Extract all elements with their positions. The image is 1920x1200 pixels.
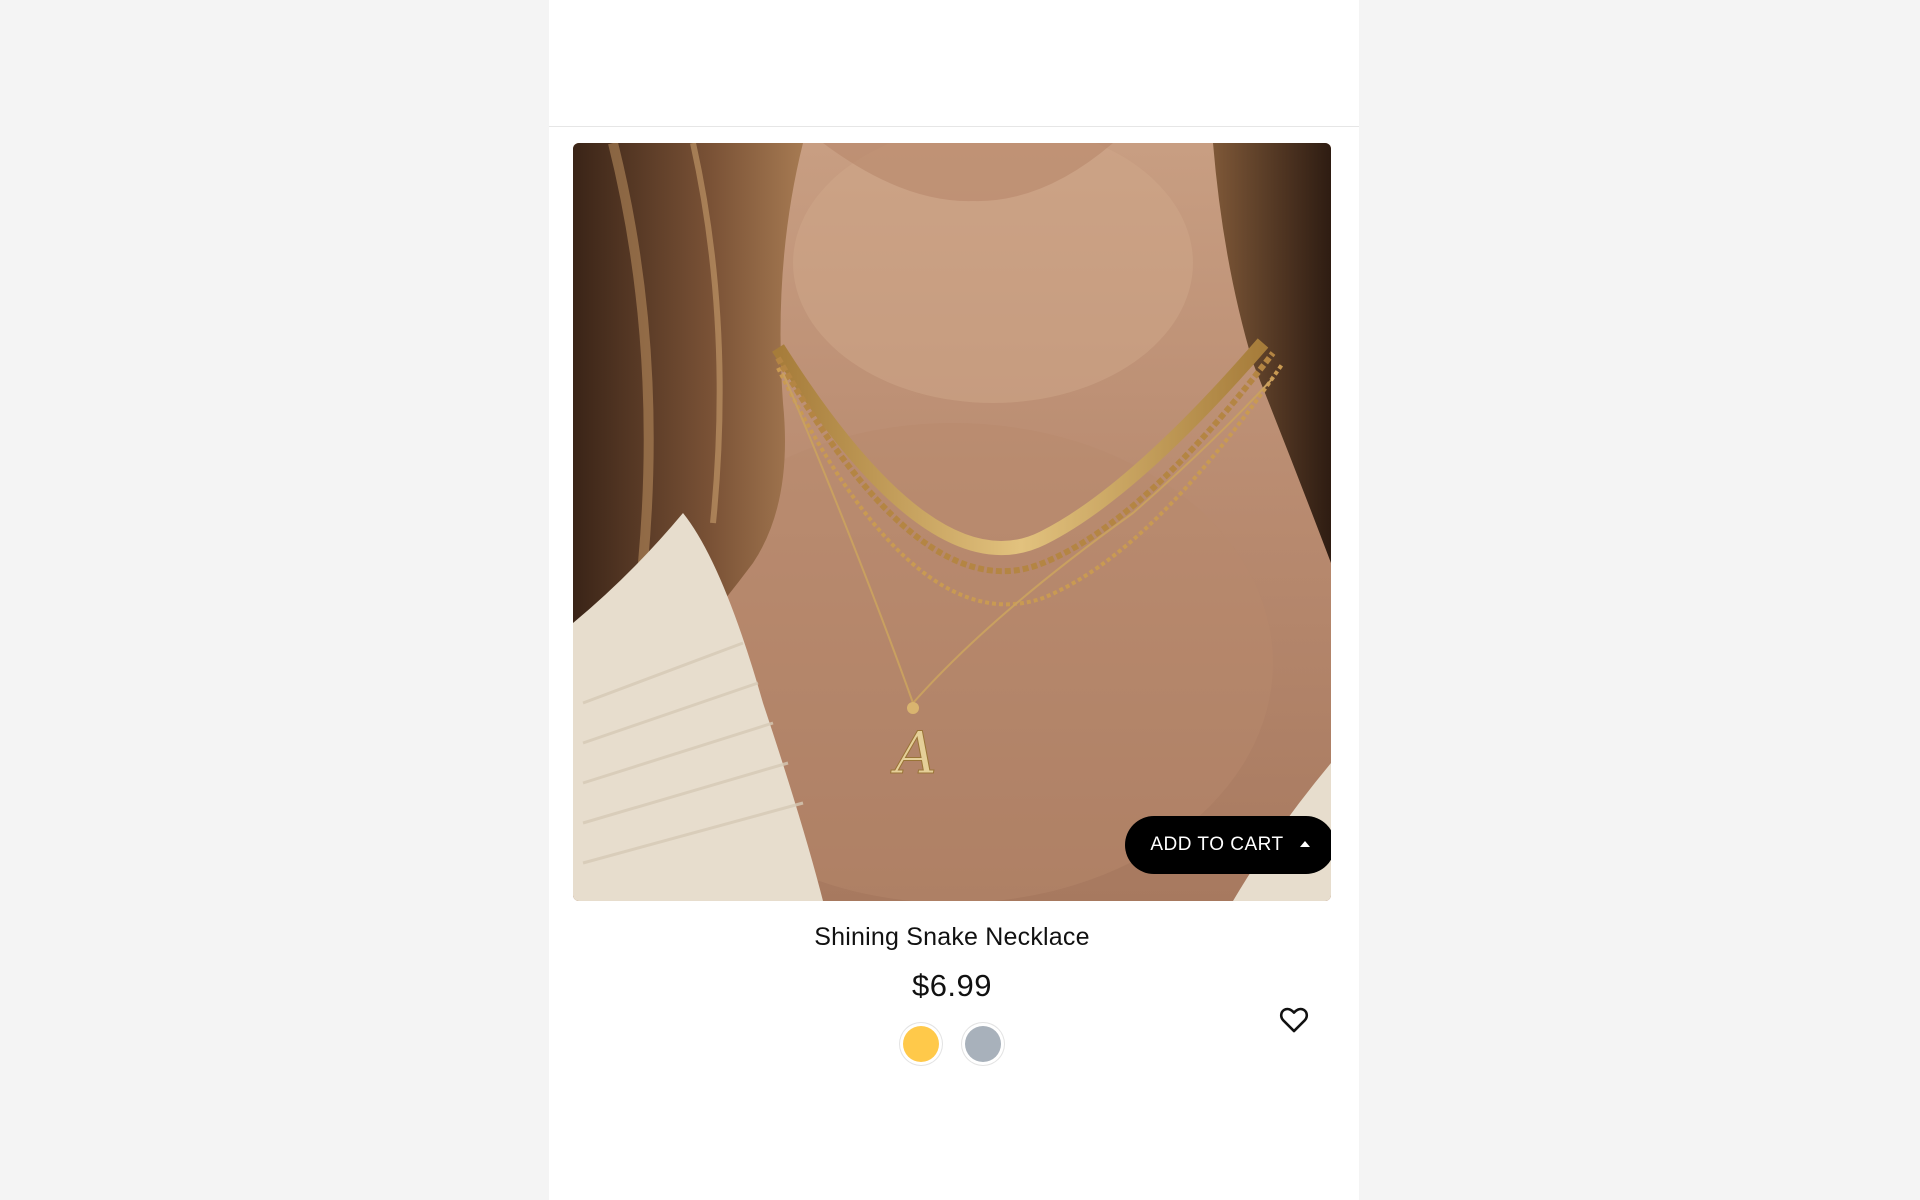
caret-up-icon	[1299, 841, 1310, 847]
wishlist-button[interactable]	[1277, 1002, 1311, 1036]
svg-text:A: A	[890, 719, 937, 787]
add-to-cart-label: ADD TO CART	[1150, 834, 1284, 855]
product-title[interactable]: Shining Snake Necklace	[573, 923, 1331, 952]
color-swatch-gold[interactable]	[903, 1026, 939, 1062]
top-header-bar	[549, 0, 1359, 127]
add-to-cart-button[interactable]: ADD TO CART	[1125, 816, 1331, 874]
heart-icon	[1279, 1007, 1309, 1033]
product-card: A ADD TO CART Shining Snake Necklace $6.…	[573, 143, 1331, 1043]
product-page: A ADD TO CART Shining Snake Necklace $6.…	[549, 0, 1359, 1200]
color-swatch-silver[interactable]	[965, 1026, 1001, 1062]
product-image[interactable]: A ADD TO CART	[573, 143, 1331, 901]
product-price: $6.99	[911, 968, 993, 1003]
necklace-photo: A	[573, 143, 1331, 901]
